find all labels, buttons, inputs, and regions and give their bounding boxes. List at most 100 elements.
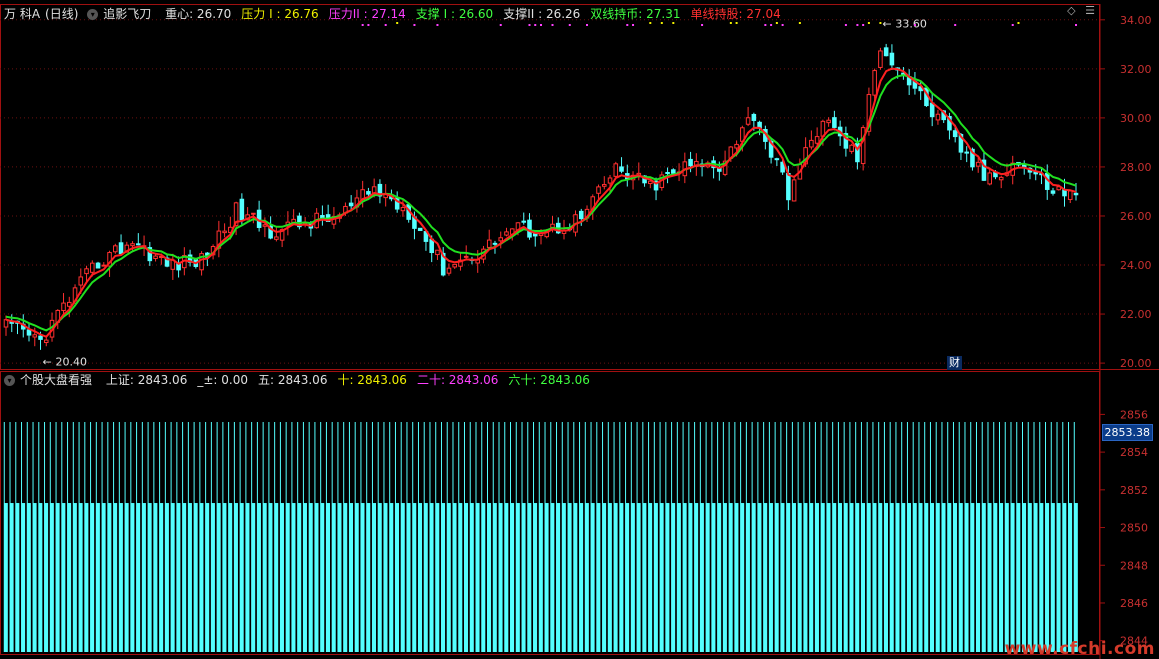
index-bar	[700, 503, 704, 652]
annotation-arrow: ←	[43, 355, 52, 368]
index-bar	[1022, 503, 1027, 652]
index-bar	[556, 503, 561, 652]
index-bar	[217, 503, 221, 652]
indicator-name[interactable]: 追影飞刀	[103, 7, 151, 21]
index-bar	[452, 503, 457, 652]
index-bar	[832, 503, 837, 652]
chart-period[interactable]: (日线)	[45, 7, 78, 21]
index-bar	[378, 503, 382, 652]
candle-body	[498, 237, 504, 242]
sub-indicator-name[interactable]: 个股大盘看强	[20, 373, 92, 387]
index-bar	[1039, 503, 1044, 652]
index-bar	[33, 503, 37, 652]
annotation-label: 20.40	[56, 355, 88, 368]
index-bar	[947, 503, 952, 652]
index-bar	[263, 503, 267, 652]
index-bar	[757, 503, 762, 652]
index-bar	[654, 503, 658, 652]
index-bar	[648, 503, 653, 652]
stock-name[interactable]: 万 科A	[4, 7, 40, 21]
candle-body	[130, 243, 135, 247]
y-tick-label: 34.00	[1120, 14, 1152, 27]
main-legend-value: 支撑 I : 26.60	[415, 7, 494, 21]
candle-body	[222, 230, 227, 234]
index-bar	[579, 503, 584, 652]
candle-body	[832, 117, 837, 128]
index-bar	[412, 503, 417, 652]
index-bar	[844, 503, 848, 652]
sub-indicator-menu-icon[interactable]: ▾	[4, 375, 15, 386]
candle-body	[929, 102, 935, 118]
menu-icon[interactable]: ☰	[1085, 4, 1095, 17]
candle-body	[878, 50, 883, 68]
candle-body	[952, 130, 958, 138]
index-bar	[677, 503, 681, 652]
index-bar	[274, 503, 279, 652]
index-bar	[1005, 503, 1009, 652]
signal-dot	[867, 22, 870, 24]
diamond-icon[interactable]: ◇	[1067, 4, 1075, 17]
index-bar	[596, 503, 601, 652]
candle-body	[492, 242, 498, 245]
index-bar	[516, 503, 520, 652]
candle-body	[463, 255, 469, 258]
index-bar	[44, 503, 49, 652]
indicator-menu-icon[interactable]: ▾	[87, 9, 99, 20]
index-bar	[194, 503, 198, 652]
index-bar	[660, 503, 664, 652]
index-bar	[976, 503, 981, 652]
candle-body	[66, 301, 72, 307]
index-bar	[642, 503, 647, 652]
candle-body	[239, 198, 245, 221]
annotation-label: 33.60	[895, 18, 927, 31]
index-bar	[901, 503, 906, 652]
index-bar	[297, 503, 302, 652]
signal-dot	[413, 24, 416, 26]
index-bar	[608, 503, 612, 652]
index-bar	[475, 503, 480, 652]
candle-body	[601, 184, 607, 187]
signal-dot	[798, 22, 801, 24]
index-bar	[717, 503, 722, 652]
index-bar	[987, 503, 992, 652]
index-bar	[671, 503, 676, 652]
index-bar	[723, 503, 727, 652]
candle-body	[964, 151, 969, 154]
index-bar	[918, 503, 923, 652]
index-bar	[786, 503, 791, 652]
candle-body	[889, 52, 895, 66]
y-tick-label: 26.00	[1120, 210, 1152, 223]
signal-dot	[862, 24, 865, 26]
candle-body	[826, 119, 831, 124]
candle-body	[446, 267, 452, 274]
index-bar	[125, 503, 129, 652]
candle-body	[665, 171, 670, 174]
index-bar	[861, 503, 865, 652]
index-bar	[780, 503, 785, 652]
index-bar	[625, 503, 630, 652]
y-tick-label: 30.00	[1120, 112, 1152, 125]
index-bar	[545, 503, 549, 652]
candle-body	[607, 177, 613, 184]
candle-body	[400, 207, 406, 212]
index-bar	[130, 503, 135, 652]
index-bar	[383, 503, 388, 652]
signal-dot	[844, 24, 847, 26]
signal-dot	[879, 22, 882, 24]
y-tick-label: 28.00	[1120, 161, 1152, 174]
candle-body	[774, 158, 780, 161]
index-bar	[389, 503, 394, 652]
y-tick-label: 20.00	[1120, 357, 1152, 370]
index-bar	[1062, 503, 1067, 652]
index-bar	[855, 503, 860, 652]
index-bar	[10, 503, 14, 652]
index-bar	[792, 503, 796, 652]
candle-body	[435, 249, 440, 256]
index-bar	[573, 503, 578, 652]
index-bar	[746, 503, 750, 652]
index-bar	[4, 503, 8, 652]
index-bar	[429, 503, 434, 652]
finance-badge[interactable]: 财	[947, 356, 962, 370]
index-bar	[665, 503, 670, 652]
candle-body	[814, 136, 820, 144]
